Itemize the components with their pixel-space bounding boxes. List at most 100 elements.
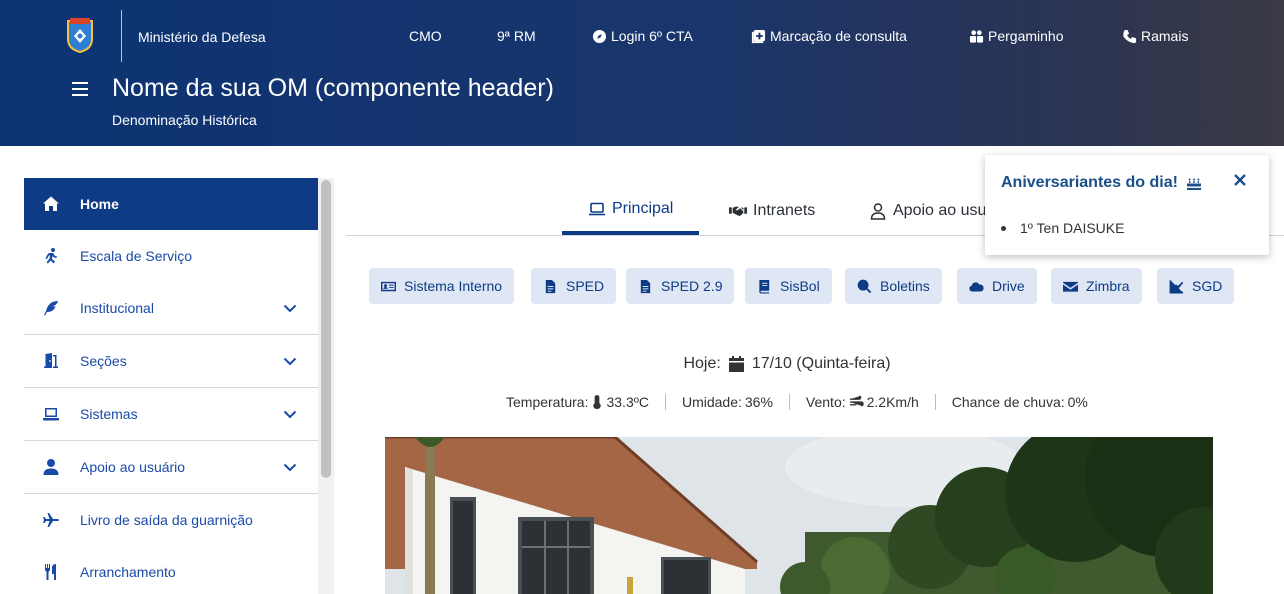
weather-temperature: Temperatura: 33.3ºC: [490, 394, 665, 410]
calendar-icon: [728, 356, 744, 372]
bullet: [1001, 225, 1006, 231]
sidebar-item-home[interactable]: Home: [24, 178, 318, 230]
sidebar-item-escala-servico[interactable]: Escala de Serviço: [24, 230, 318, 282]
user-icon: [870, 202, 886, 220]
handshake-icon: [729, 206, 747, 216]
cloud-icon: [969, 281, 984, 291]
quick-link-label: Sistema Interno: [404, 278, 503, 294]
quick-link-sped-29[interactable]: SPED 2.9: [626, 268, 735, 304]
thermometer-icon: [593, 395, 602, 409]
tab-label: Apoio ao usu: [893, 201, 987, 219]
sidebar-item-label: Sistemas: [80, 406, 138, 422]
quick-link-label: SPED: [566, 278, 605, 294]
sidebar: Home Escala de Serviço Institucional Seç…: [24, 178, 318, 594]
weather-value: 2.2Km/h: [866, 394, 919, 410]
home-icon: [42, 195, 60, 213]
sidebar-item-label: Home: [80, 196, 119, 212]
weather-label: Temperatura:: [506, 394, 589, 410]
quick-link-zimbra[interactable]: Zimbra: [1051, 268, 1142, 304]
birthday-list: 1º Ten DAISUKE: [1001, 220, 1124, 236]
people-icon: [969, 29, 984, 43]
sidebar-item-label: Livro de saída da guarnição: [80, 512, 253, 528]
compass-icon: [592, 29, 607, 43]
utensils-icon: [42, 563, 60, 581]
top-link-cmo[interactable]: CMO: [409, 28, 442, 44]
sidebar-item-arranchamento[interactable]: Arranchamento: [24, 546, 318, 594]
top-link-login-cta[interactable]: Login 6º CTA: [592, 28, 693, 44]
top-link-pergaminho[interactable]: Pergaminho: [969, 28, 1064, 44]
weather-label: Chance de chuva:: [951, 394, 1065, 410]
chevron-down-icon[interactable]: [282, 406, 298, 422]
sidebar-item-sistemas[interactable]: Sistemas: [24, 388, 318, 441]
sidebar-item-apoio-usuario[interactable]: Apoio ao usuário: [24, 441, 318, 494]
birthday-card-title-text: Aniversariantes do dia!: [1001, 174, 1178, 191]
file-icon: [545, 279, 556, 293]
ministry-logo[interactable]: [66, 17, 94, 54]
weather-humidity: Umidade: 36%: [664, 394, 789, 410]
weather-wind: Vento: 2.2Km/h: [788, 394, 935, 410]
person-running-icon: [42, 247, 60, 265]
birthday-person: 1º Ten DAISUKE: [1020, 220, 1125, 236]
quick-link-drive[interactable]: Drive: [957, 268, 1037, 304]
sidebar-item-label: Apoio ao usuário: [80, 459, 186, 475]
plane-icon: [42, 511, 60, 529]
sidebar-item-livro-saida[interactable]: Livro de saída da guarnição: [24, 494, 318, 546]
quick-link-label: SGD: [1192, 278, 1223, 294]
top-link-label: CMO: [409, 28, 442, 44]
quick-link-sisbol[interactable]: SisBol: [745, 268, 832, 304]
tab-principal[interactable]: Principal: [562, 186, 700, 235]
medical-plus-icon: [751, 29, 766, 43]
quick-link-sistema-interno[interactable]: Sistema Interno: [369, 268, 515, 304]
user-icon: [42, 458, 60, 476]
quick-link-sped[interactable]: SPED: [531, 268, 617, 304]
weather-label: Umidade:: [681, 394, 742, 410]
brand-name[interactable]: Ministério da Defesa: [138, 29, 266, 45]
quick-link-boletins[interactable]: Boletins: [845, 268, 942, 304]
top-link-label: Marcação de consulta: [770, 28, 907, 44]
sidebar-item-label: Institucional: [80, 300, 154, 316]
quick-link-label: Zimbra: [1086, 278, 1130, 294]
brand-divider: [121, 10, 122, 62]
tab-label: Principal: [612, 199, 674, 217]
site-title: Nome da sua OM (componente header): [112, 74, 554, 102]
featured-photo: [385, 437, 1213, 594]
id-card-icon: [381, 281, 396, 291]
top-link-ramais[interactable]: Ramais: [1122, 28, 1188, 44]
sidebar-scrollbar-thumb[interactable]: [321, 180, 331, 478]
top-link-label: Pergaminho: [988, 28, 1064, 44]
top-link-label: Login 6º CTA: [611, 28, 693, 44]
birthday-card-title: Aniversariantes do dia!: [1001, 174, 1202, 192]
site-subtitle: Denominação Histórica: [112, 112, 257, 128]
file-icon: [640, 279, 651, 293]
phone-icon: [1123, 29, 1137, 43]
weather-rain: Chance de chuva: 0%: [934, 394, 1104, 410]
quick-link-sgd[interactable]: SGD: [1157, 268, 1235, 304]
birthday-cake-icon: [1186, 178, 1201, 190]
birthday-card: Aniversariantes do dia! 1º Ten DAISUKE: [985, 155, 1269, 255]
tab-label: Intranets: [753, 201, 816, 219]
weather-label: Vento:: [805, 394, 846, 410]
feather-icon: [42, 299, 60, 317]
tab-intranets[interactable]: Intranets: [703, 186, 841, 235]
top-link-9rm[interactable]: 9ª RM: [497, 28, 536, 44]
laptop-icon: [589, 202, 605, 215]
envelope-icon: [1063, 281, 1078, 292]
wind-icon: [849, 395, 864, 407]
today-row: Hoje: 17/10 (Quinta-feira): [0, 355, 1284, 373]
chevron-down-icon[interactable]: [282, 459, 298, 475]
weather-value: 36%: [744, 394, 773, 410]
close-icon[interactable]: [1233, 173, 1247, 187]
sidebar-item-institucional[interactable]: Institucional: [24, 282, 318, 335]
chevron-down-icon[interactable]: [282, 300, 298, 316]
weather-row: Temperatura: 33.3ºC Umidade: 36% Vento: …: [490, 394, 1104, 410]
laptop-icon: [42, 405, 60, 423]
top-link-label: 9ª RM: [497, 28, 536, 44]
top-header: Ministério da Defesa CMO 9ª RM Login 6º …: [0, 0, 1284, 146]
quick-link-label: SisBol: [780, 278, 820, 294]
top-link-marcacao-consulta[interactable]: Marcação de consulta: [751, 28, 907, 44]
today-date: 17/10 (Quinta-feira): [751, 355, 891, 372]
quick-link-label: SPED 2.9: [661, 278, 723, 294]
quick-link-label: Drive: [992, 278, 1025, 294]
book-icon: [759, 279, 770, 294]
hamburger-menu-icon[interactable]: [72, 82, 88, 96]
